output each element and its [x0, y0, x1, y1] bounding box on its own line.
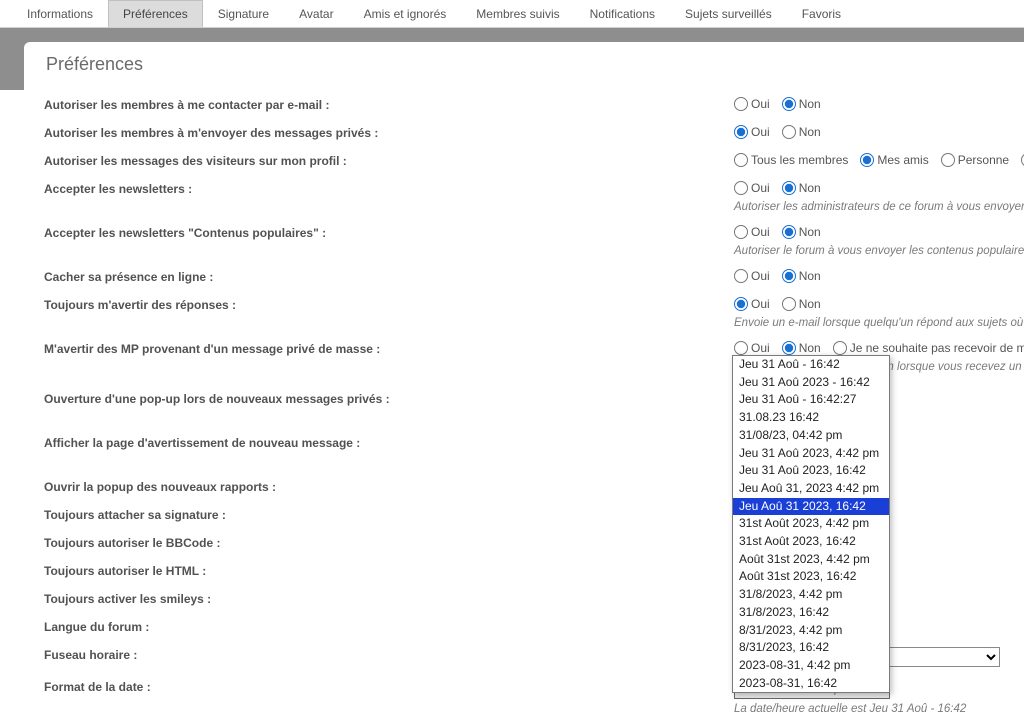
label-enable-smileys: Toujours activer les smileys :: [44, 591, 734, 606]
date-option[interactable]: 31/8/2023, 4:42 pm: [733, 586, 889, 604]
newsletter-non[interactable]: Non: [782, 181, 821, 195]
label-newsletter: Accepter les newsletters :: [44, 181, 734, 196]
date-option[interactable]: 31/8/2023, 16:42: [733, 604, 889, 622]
label-timezone: Fuseau horaire :: [44, 647, 734, 662]
visitor-friends[interactable]: Mes amis: [860, 153, 928, 167]
label-contact-email: Autoriser les membres à me contacter par…: [44, 97, 734, 112]
date-option[interactable]: 31.08.23 16:42: [733, 409, 889, 427]
label-visitor-msgs: Autoriser les messages des visiteurs sur…: [44, 153, 734, 168]
date-option[interactable]: Jeu 31 Aoû - 16:42:27: [733, 391, 889, 409]
date-option[interactable]: Août 31st 2023, 4:42 pm: [733, 551, 889, 569]
tab-bar: Informations Préférences Signature Avata…: [0, 0, 1024, 28]
newsletter-help: Autoriser les administrateurs de ce foru…: [734, 201, 1024, 213]
row-newsletter-pop: Accepter les newsletters "Contenus popul…: [44, 225, 1024, 243]
pm-mass-none[interactable]: Je ne souhaite pas recevoir de message: [833, 341, 1024, 355]
page-title: Préférences: [46, 54, 1024, 75]
tab-friends[interactable]: Amis et ignorés: [349, 0, 462, 27]
label-always-notify: Toujours m'avertir des réponses :: [44, 297, 734, 312]
label-popup-reports: Ouvrir la popup des nouveaux rapports :: [44, 479, 734, 494]
always-notify-oui[interactable]: Oui: [734, 297, 770, 311]
date-option[interactable]: 8/31/2023, 16:42: [733, 639, 889, 657]
hide-online-oui[interactable]: Oui: [734, 269, 770, 283]
date-option[interactable]: Jeu Aoû 31, 2023 4:42 pm: [733, 480, 889, 498]
label-pm-mass: M'avertir des MP provenant d'un message …: [44, 341, 734, 356]
tab-favorites[interactable]: Favoris: [787, 0, 856, 27]
dateformat-listbox[interactable]: Jeu 31 Aoû - 16:42 Jeu 31 Aoû 2023 - 16:…: [732, 355, 890, 693]
newsletter-pop-help: Autoriser le forum à vous envoyer les co…: [734, 245, 1024, 257]
date-option[interactable]: Jeu 31 Aoû 2023 - 16:42: [733, 374, 889, 392]
tab-watched[interactable]: Sujets surveillés: [670, 0, 787, 27]
date-option[interactable]: Jeu 31 Aoû 2023, 16:42: [733, 462, 889, 480]
always-notify-non[interactable]: Non: [782, 297, 821, 311]
always-notify-help: Envoie un e-mail lorsque quelqu'un répon…: [734, 317, 1024, 329]
date-option[interactable]: Août 31st 2023, 16:42: [733, 568, 889, 586]
send-pm-non[interactable]: Non: [782, 125, 821, 139]
row-hide-online: Cacher sa présence en ligne : Oui Non: [44, 269, 1024, 287]
date-option[interactable]: 2023-08-31, 16:42: [733, 675, 889, 693]
date-option[interactable]: 2023-08-31, 4:42 pm: [733, 657, 889, 675]
label-allow-html: Toujours autoriser le HTML :: [44, 563, 734, 578]
label-popup-pm: Ouverture d'une pop-up lors de nouveaux …: [44, 391, 734, 406]
label-allow-bbcode: Toujours autoriser le BBCode :: [44, 535, 734, 550]
tab-preferences[interactable]: Préférences: [108, 0, 203, 27]
visitor-none[interactable]: Personne: [941, 153, 1009, 167]
row-send-pm: Autoriser les membres à m'envoyer des me…: [44, 125, 1024, 143]
date-option[interactable]: 31st Août 2023, 16:42: [733, 533, 889, 551]
hide-online-non[interactable]: Non: [782, 269, 821, 283]
send-pm-oui[interactable]: Oui: [734, 125, 770, 139]
newsletter-oui[interactable]: Oui: [734, 181, 770, 195]
pm-mass-non[interactable]: Non: [782, 341, 821, 355]
label-date-format: Format de la date :: [44, 679, 734, 694]
date-option[interactable]: Jeu 31 Aoû 2023, 4:42 pm: [733, 445, 889, 463]
label-send-pm: Autoriser les membres à m'envoyer des me…: [44, 125, 734, 140]
label-forum-lang: Langue du forum :: [44, 619, 734, 634]
row-contact-email: Autoriser les membres à me contacter par…: [44, 97, 1024, 115]
date-option[interactable]: 31st Août 2023, 4:42 pm: [733, 515, 889, 533]
contact-email-oui[interactable]: Oui: [734, 97, 770, 111]
date-caption: La date/heure actuelle est Jeu 31 Aoû - …: [734, 703, 1024, 715]
label-warn-msg: Afficher la page d'avertissement de nouv…: [44, 435, 734, 450]
tab-following[interactable]: Membres suivis: [461, 0, 574, 27]
row-newsletter: Accepter les newsletters : Oui Non: [44, 181, 1024, 199]
newsletter-pop-non[interactable]: Non: [782, 225, 821, 239]
row-visitor-msgs: Autoriser les messages des visiteurs sur…: [44, 153, 1024, 171]
tab-avatar[interactable]: Avatar: [284, 0, 348, 27]
label-hide-online: Cacher sa présence en ligne :: [44, 269, 734, 284]
tab-signature[interactable]: Signature: [203, 0, 284, 27]
contact-email-non[interactable]: Non: [782, 97, 821, 111]
label-attach-sig: Toujours attacher sa signature :: [44, 507, 734, 522]
tab-notifications[interactable]: Notifications: [575, 0, 670, 27]
date-option[interactable]: 31/08/23, 04:42 pm: [733, 427, 889, 445]
pm-mass-oui[interactable]: Oui: [734, 341, 770, 355]
date-option[interactable]: Jeu 31 Aoû - 16:42: [733, 356, 889, 374]
row-always-notify: Toujours m'avertir des réponses : Oui No…: [44, 297, 1024, 315]
tab-informations[interactable]: Informations: [12, 0, 108, 27]
date-option-selected[interactable]: Jeu Aoû 31 2023, 16:42: [733, 498, 889, 516]
visitor-all[interactable]: Tous les membres: [734, 153, 848, 167]
date-option[interactable]: 8/31/2023, 4:42 pm: [733, 622, 889, 640]
newsletter-pop-oui[interactable]: Oui: [734, 225, 770, 239]
label-newsletter-pop: Accepter les newsletters "Contenus popul…: [44, 225, 734, 240]
